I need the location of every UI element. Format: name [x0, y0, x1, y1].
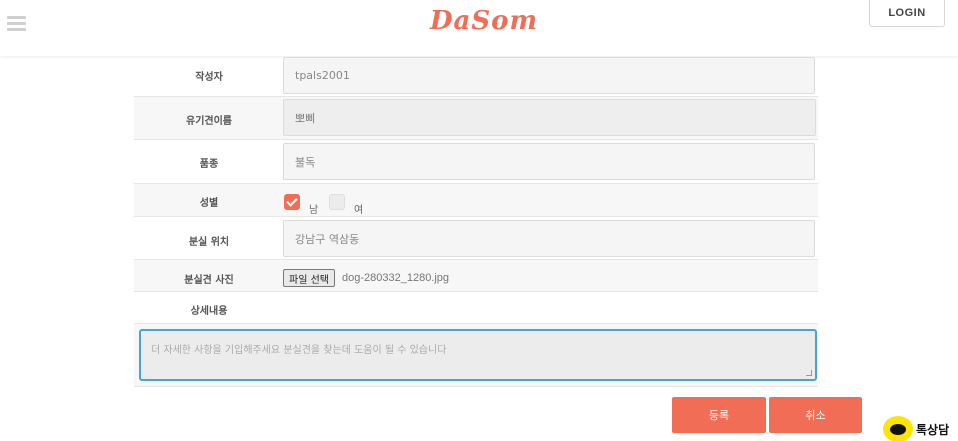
photo-row: 분실견 사진 파일 선택 dog-280332_1280.jpg [134, 260, 818, 292]
resize-handle-icon[interactable] [806, 370, 812, 376]
author-row: 작성자 tpals2001 [134, 56, 818, 97]
header-bar: DaSom LOGIN [0, 0, 958, 56]
kakao-chat-button[interactable]: 톡상담 [883, 416, 955, 441]
breed-label: 품종 [199, 159, 219, 170]
author-label: 작성자 [195, 72, 223, 83]
author-field[interactable]: tpals2001 [283, 57, 815, 94]
lost-location-label: 분실 위치 [188, 237, 230, 248]
details-row: 상세내용 [134, 292, 818, 324]
details-placeholder: 더 자세한 사항을 기입해주세요 분실견을 찾는데 도움이 될 수 있습니다 [151, 345, 447, 356]
gender-female-checkbox[interactable] [329, 194, 345, 210]
site-logo[interactable]: DaSom [430, 6, 538, 36]
details-textarea-wrap: 더 자세한 사항을 기입해주세요 분실견을 찾는데 도움이 될 수 있습니다 [134, 324, 818, 387]
dog-name-row: 유기견이름 뽀삐 [134, 97, 818, 140]
kakao-talk-icon [883, 416, 913, 441]
gender-female-label: 여 [354, 205, 364, 216]
submit-button[interactable]: 등록 [672, 397, 766, 433]
breed-field[interactable]: 불독 [283, 143, 815, 180]
file-select-button[interactable]: 파일 선택 [283, 269, 335, 287]
dog-name-label: 유기견이름 [186, 116, 232, 127]
login-button[interactable]: LOGIN [869, 0, 945, 27]
gender-male-checkbox[interactable] [284, 194, 300, 210]
photo-label: 분실견 사진 [184, 275, 234, 286]
selected-file-name: dog-280332_1280.jpg [342, 272, 450, 284]
cancel-button[interactable]: 취소 [769, 397, 862, 433]
menu-icon[interactable] [7, 15, 27, 33]
details-label: 상세내용 [190, 306, 228, 317]
details-textarea[interactable]: 더 자세한 사항을 기입해주세요 분실견을 찾는데 도움이 될 수 있습니다 [139, 329, 817, 381]
lost-dog-form: 작성자 tpals2001 유기견이름 뽀삐 품종 불독 성별 남 여 분실 위… [134, 56, 818, 387]
lost-location-field[interactable]: 강남구 역삼동 [283, 220, 815, 257]
gender-label: 성별 [199, 198, 219, 209]
gender-row: 성별 남 여 [134, 184, 818, 217]
lost-location-row: 분실 위치 강남구 역삼동 [134, 217, 818, 260]
gender-male-label: 남 [309, 205, 319, 216]
kakao-chat-label: 톡상담 [916, 422, 950, 437]
dog-name-field[interactable]: 뽀삐 [283, 99, 816, 136]
breed-row: 품종 불독 [134, 140, 818, 184]
